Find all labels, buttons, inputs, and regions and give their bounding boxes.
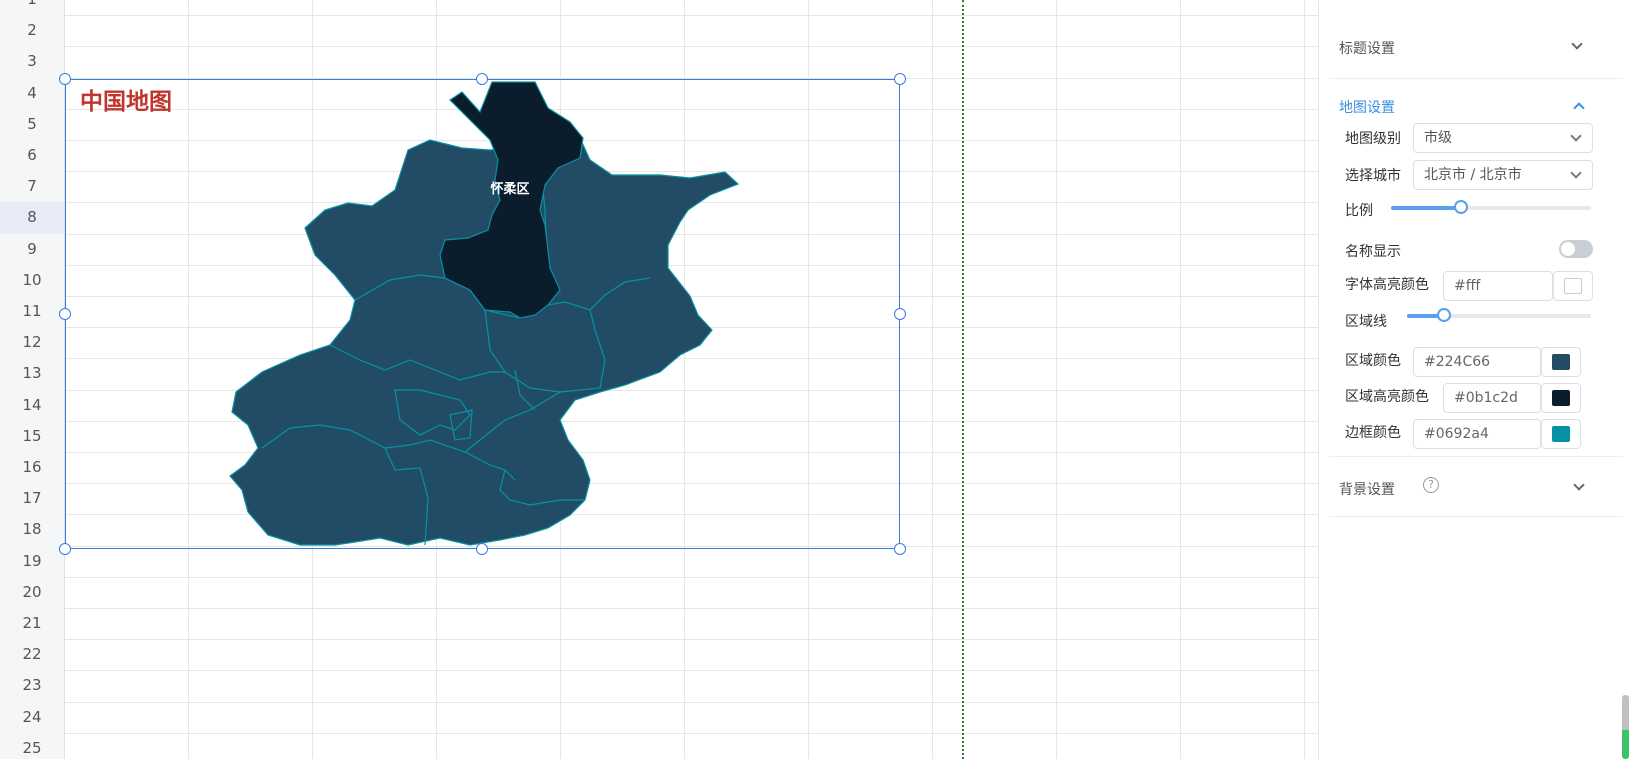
chevron-down-icon[interactable] (1571, 38, 1583, 50)
city-select[interactable]: 北京市 / 北京市 (1413, 160, 1593, 190)
settings-panel: 标题设置 地图设置 地图级别 市级 选择城市 北京市 / 北京市 比例 名称显示… (1318, 0, 1632, 759)
resize-handle-bl[interactable] (59, 543, 71, 555)
map-settings-header[interactable]: 地图设置 (1339, 97, 1395, 117)
border-color-value: #0692a4 (1424, 426, 1489, 442)
region-highlight-color-value: #0b1c2d (1454, 390, 1518, 406)
section-divider (1329, 78, 1623, 79)
border-color-swatch (1552, 426, 1570, 442)
name-display-label: 名称显示 (1345, 244, 1401, 260)
scale-slider-fill (1391, 206, 1461, 210)
border-color-picker[interactable] (1541, 419, 1581, 449)
map-level-label: 地图级别 (1345, 131, 1401, 147)
toggle-knob (1561, 242, 1575, 256)
city-label: 选择城市 (1345, 168, 1401, 184)
scale-slider[interactable] (1391, 200, 1591, 214)
chevron-down-icon (1570, 167, 1582, 179)
city-value: 北京市 / 北京市 (1424, 167, 1522, 183)
font-highlight-color-picker[interactable] (1553, 271, 1593, 301)
region-color-label: 区域颜色 (1345, 353, 1401, 369)
resize-handle-tm[interactable] (476, 73, 488, 85)
region-color-picker[interactable] (1541, 347, 1581, 377)
chevron-down-icon (1570, 130, 1582, 142)
region-highlight-color-picker[interactable] (1541, 383, 1581, 413)
font-highlight-color-value: #fff (1454, 278, 1481, 294)
help-icon[interactable]: ? (1423, 477, 1439, 493)
region-highlight-color-label: 区域高亮颜色 (1345, 389, 1429, 405)
region-color-value: #224C66 (1424, 354, 1491, 370)
section-divider (1329, 456, 1623, 457)
scrollbar-indicator (1622, 730, 1629, 759)
region-line-slider-knob[interactable] (1436, 308, 1451, 322)
region-line-slider[interactable] (1407, 308, 1591, 322)
title-settings-header[interactable]: 标题设置 (1339, 38, 1395, 58)
region-line-label: 区域线 (1345, 314, 1387, 330)
resize-handle-ml[interactable] (59, 308, 71, 320)
chevron-down-icon[interactable] (1573, 479, 1585, 491)
section-divider (1329, 516, 1623, 517)
map-level-value: 市级 (1424, 130, 1452, 146)
region-color-swatch (1552, 354, 1570, 370)
name-display-toggle[interactable] (1559, 240, 1593, 258)
border-color-input[interactable]: #0692a4 (1413, 419, 1541, 449)
border-color-label: 边框颜色 (1345, 425, 1401, 441)
map-level-select[interactable]: 市级 (1413, 123, 1593, 153)
scale-label: 比例 (1345, 203, 1373, 219)
font-highlight-color-input[interactable]: #fff (1443, 271, 1553, 301)
region-highlight-color-swatch (1552, 390, 1570, 406)
region-highlight-color-input[interactable]: #0b1c2d (1443, 383, 1541, 413)
scale-slider-knob[interactable] (1454, 200, 1468, 214)
chevron-up-icon[interactable] (1573, 102, 1585, 114)
resize-handle-tr[interactable] (894, 73, 906, 85)
resize-handle-mr[interactable] (894, 308, 906, 320)
chart-title: 中国地图 (80, 89, 172, 115)
resize-handle-tl[interactable] (59, 73, 71, 85)
region-color-input[interactable]: #224C66 (1413, 347, 1541, 377)
resize-handle-bm[interactable] (476, 543, 488, 555)
background-settings-header[interactable]: 背景设置 (1339, 479, 1395, 499)
resize-handle-br[interactable] (894, 543, 906, 555)
font-highlight-color-label: 字体高亮颜色 (1345, 277, 1429, 293)
chart-selection-frame[interactable] (65, 79, 900, 549)
font-highlight-color-swatch (1564, 278, 1582, 294)
spreadsheet-grid[interactable]: 1234567891011121314151617181920212223242… (0, 0, 1318, 759)
